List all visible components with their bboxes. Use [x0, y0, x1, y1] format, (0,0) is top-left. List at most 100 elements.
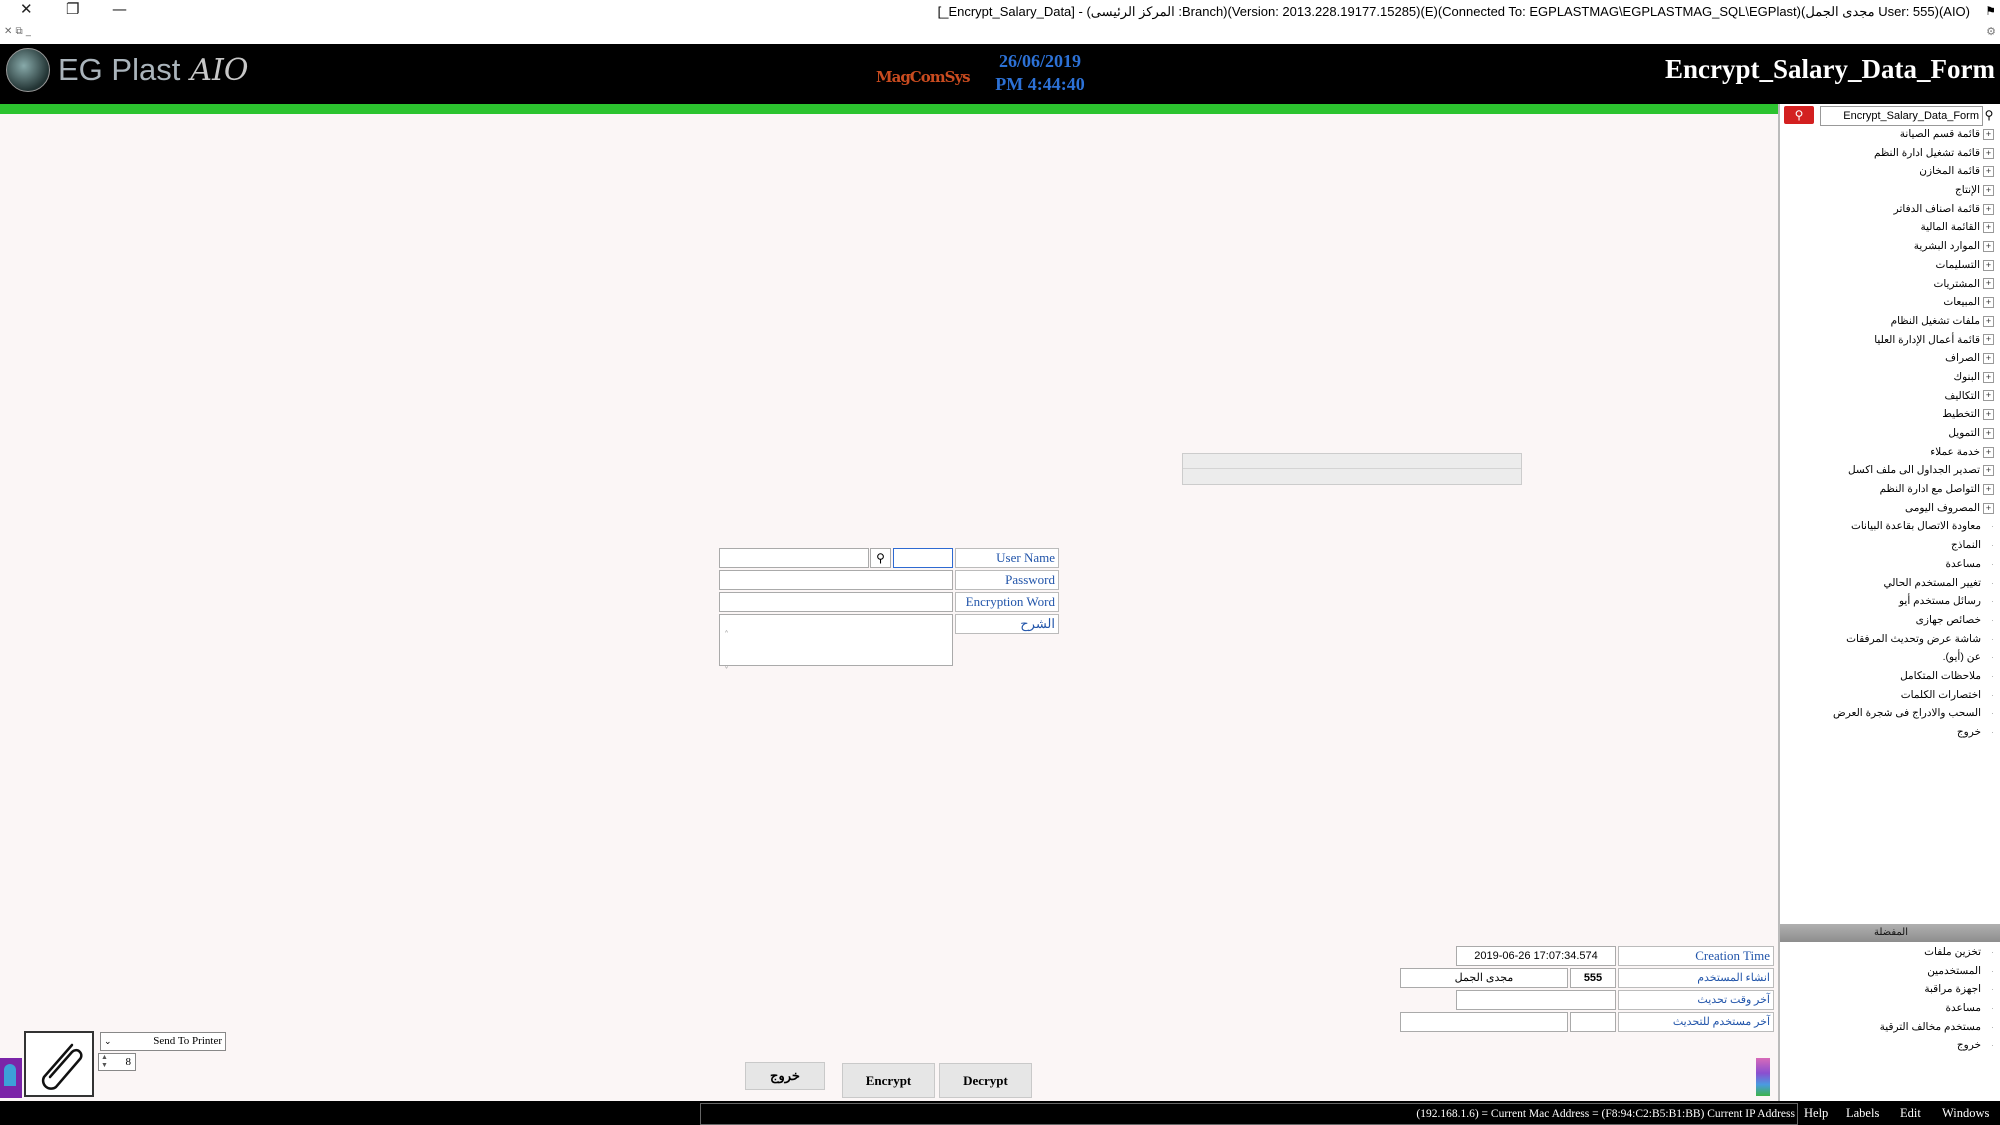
- favorite-item[interactable]: · مستخدم مخالف الترقية: [1880, 1018, 1994, 1037]
- menu-tree-item[interactable]: · النماذج: [1833, 536, 1994, 555]
- expand-icon[interactable]: +: [1983, 371, 1994, 383]
- menu-tree-item[interactable]: · اختصارات الكلمات: [1833, 686, 1994, 705]
- menu-tree-label: التسليمات: [1935, 258, 1980, 271]
- menu-windows[interactable]: Windows: [1942, 1103, 1989, 1123]
- copies-stepper[interactable]: ▲ ▼ 8: [98, 1053, 136, 1071]
- menu-tree-item[interactable]: + التسليمات: [1833, 256, 1994, 275]
- favorite-item[interactable]: · تخزين ملفات: [1880, 943, 1994, 962]
- send-to-printer-label: Send To Printer: [153, 1035, 222, 1047]
- expand-icon[interactable]: +: [1983, 409, 1994, 421]
- menu-tree-item[interactable]: · تغيير المستخدم الحالي: [1833, 574, 1994, 593]
- favorite-item[interactable]: · خروج: [1880, 1036, 1994, 1055]
- side-tab[interactable]: [0, 1058, 22, 1098]
- minimize-icon[interactable]: —: [112, 0, 127, 18]
- expand-icon[interactable]: +: [1983, 166, 1994, 178]
- expand-icon[interactable]: +: [1983, 483, 1994, 495]
- expand-icon[interactable]: +: [1983, 353, 1994, 365]
- expand-icon[interactable]: +: [1983, 315, 1994, 327]
- menu-tree-item[interactable]: + التخطيط: [1833, 405, 1994, 424]
- menu-tree-item[interactable]: + الموارد البشرية: [1833, 237, 1994, 256]
- menu-tree-item[interactable]: + التواصل مع ادارة النظم: [1833, 480, 1994, 499]
- tab-marker-icon: [4, 1064, 16, 1086]
- favorite-item[interactable]: · مساعدة: [1880, 999, 1994, 1018]
- search-icon[interactable]: ⚲: [1980, 106, 1998, 124]
- menu-tree-item[interactable]: + ملفات تشغيل النظام: [1833, 312, 1994, 331]
- menu-tree-item[interactable]: + المشتريات: [1833, 275, 1994, 294]
- menu-tree-item[interactable]: · السحب والادراج فى شجرة العرض: [1833, 704, 1994, 723]
- expand-icon[interactable]: +: [1983, 427, 1994, 439]
- close-icon[interactable]: ✕: [20, 0, 33, 18]
- encrypt-button[interactable]: Encrypt: [842, 1063, 935, 1098]
- menu-tree-label: التخطيط: [1942, 408, 1980, 421]
- menu-tree-item[interactable]: + الإنتاج: [1833, 181, 1994, 200]
- leaf-icon: ·: [1991, 670, 1994, 681]
- scroll-arrows-icon[interactable]: ˄ ˅: [724, 618, 729, 690]
- menu-tree-label: المبيعات: [1943, 296, 1980, 309]
- menu-tree-item[interactable]: + الصراف: [1833, 349, 1994, 368]
- menu-search-input[interactable]: Encrypt_Salary_Data_Form: [1820, 106, 1983, 126]
- exit-button[interactable]: خروج: [745, 1062, 825, 1090]
- expand-icon[interactable]: +: [1983, 203, 1994, 215]
- printer-select[interactable]: ⌄ Send To Printer: [100, 1032, 226, 1051]
- menu-tree-item[interactable]: · عن (أيو).: [1833, 648, 1994, 667]
- settings-icon[interactable]: ⚙: [1986, 25, 1996, 38]
- favorite-item[interactable]: · المستخدمين: [1880, 962, 1994, 981]
- expand-icon[interactable]: +: [1983, 222, 1994, 234]
- menu-tree-item[interactable]: · معاودة الاتصال بقاعدة البيانات: [1833, 517, 1994, 536]
- expand-icon[interactable]: +: [1983, 278, 1994, 290]
- last-update-user-name: [1400, 1012, 1568, 1032]
- menu-tree-label: قائمة قسم الصيانة: [1899, 128, 1980, 140]
- expand-icon[interactable]: +: [1983, 390, 1994, 402]
- restore-icon[interactable]: ❐: [66, 0, 79, 18]
- expand-icon[interactable]: +: [1983, 128, 1994, 140]
- stepper-arrows-icon[interactable]: ▲ ▼: [101, 1053, 108, 1069]
- menu-tree-item[interactable]: + المبيعات: [1833, 293, 1994, 312]
- expand-icon[interactable]: +: [1983, 147, 1994, 159]
- description-input[interactable]: ˄ ˅: [719, 614, 953, 677]
- menu-tree-item[interactable]: + قائمة تشغيل ادارة النظم: [1833, 144, 1994, 163]
- menu-tree-label: تصدير الجداول الى ملف اكسل: [1847, 464, 1980, 477]
- menu-tree-item[interactable]: + قائمة اصناف الدفاتر: [1833, 200, 1994, 219]
- menu-tree: + قائمة قسم الصيانة + قائمة تشغيل ادارة الن…: [1833, 125, 1994, 742]
- expand-icon[interactable]: +: [1983, 259, 1994, 271]
- menu-tree-item[interactable]: + خدمة عملاء: [1833, 443, 1994, 462]
- search-button[interactable]: ⚲: [1784, 106, 1814, 124]
- favorite-item[interactable]: · اجهزة مراقبة: [1880, 980, 1994, 999]
- menu-labels[interactable]: Labels: [1846, 1103, 1879, 1123]
- attachment-button[interactable]: [24, 1031, 94, 1097]
- menu-tree-item[interactable]: + التمويل: [1833, 424, 1994, 443]
- encryption-word-input[interactable]: [719, 592, 953, 612]
- menu-tree-item[interactable]: + قائمة أعمال الإدارة العليا: [1833, 331, 1994, 350]
- mdi-controls[interactable]: ✕ ⧉ _: [4, 26, 31, 37]
- expand-icon[interactable]: +: [1983, 334, 1994, 346]
- menu-edit[interactable]: Edit: [1900, 1103, 1921, 1123]
- menu-tree-item[interactable]: + قائمة المخازن: [1833, 162, 1994, 181]
- password-input[interactable]: [719, 570, 953, 590]
- expand-icon[interactable]: +: [1983, 184, 1994, 196]
- palette-icon[interactable]: [1756, 1058, 1770, 1096]
- menu-tree-item[interactable]: + البنوك: [1833, 368, 1994, 387]
- menu-tree-item[interactable]: · شاشة عرض وتحديث المرفقات: [1833, 630, 1994, 649]
- decrypt-button[interactable]: Decrypt: [939, 1063, 1032, 1098]
- search-icon[interactable]: ⚲: [870, 548, 891, 568]
- expand-icon[interactable]: +: [1983, 240, 1994, 252]
- favorite-label: مستخدم مخالف الترقية: [1879, 1020, 1981, 1033]
- menu-tree-item[interactable]: · خصائص جهازى: [1833, 611, 1994, 630]
- menu-tree-item[interactable]: + القائمة المالية: [1833, 218, 1994, 237]
- menu-tree-item[interactable]: + قائمة قسم الصيانة: [1833, 125, 1994, 144]
- menu-tree-item[interactable]: + التكاليف: [1833, 387, 1994, 406]
- leaf-icon: ·: [1991, 633, 1994, 644]
- menu-tree-item[interactable]: · خروج: [1833, 723, 1994, 742]
- expand-icon[interactable]: +: [1983, 446, 1994, 458]
- expand-icon[interactable]: +: [1983, 465, 1994, 477]
- menu-tree-item[interactable]: · ملاحظات المتكامل: [1833, 667, 1994, 686]
- expand-icon[interactable]: +: [1983, 297, 1994, 309]
- menu-tree-item[interactable]: · رسائل مستخدم أيو: [1833, 592, 1994, 611]
- menu-help[interactable]: Help: [1804, 1103, 1828, 1123]
- menu-tree-item[interactable]: + تصدير الجداول الى ملف اكسل: [1833, 461, 1994, 480]
- expand-icon[interactable]: +: [1983, 502, 1994, 514]
- user-name-input[interactable]: [893, 548, 953, 568]
- chevron-down-icon: ⌄: [104, 1036, 112, 1046]
- menu-tree-item[interactable]: · مساعدة: [1833, 555, 1994, 574]
- menu-tree-item[interactable]: + المصروف اليومى: [1833, 499, 1994, 518]
